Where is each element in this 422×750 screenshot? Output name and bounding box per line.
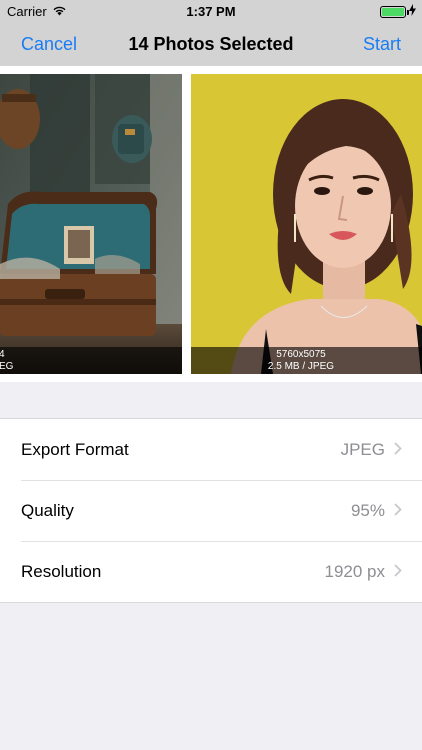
cancel-button[interactable]: Cancel [21, 34, 77, 55]
export-settings-list: Export Format JPEG Quality 95% Resolutio… [0, 418, 422, 603]
status-time: 1:37 PM [186, 4, 236, 19]
chevron-right-icon [394, 562, 402, 582]
photo-thumbnail-portrait[interactable]: 5760x5075 2.5 MB / JPEG [191, 74, 422, 374]
photo-size-format: 2.5 MB / JPEG [267, 361, 335, 372]
photo-info-overlay: 4 EG [0, 347, 182, 374]
settings-row-value: 95% [350, 500, 385, 520]
start-button[interactable]: Start [363, 34, 401, 55]
settings-row-export-format[interactable]: Export Format JPEG [0, 419, 422, 480]
suitcase-photo-image [0, 74, 182, 374]
settings-row-label: Export Format [21, 439, 129, 459]
status-right [380, 4, 416, 19]
settings-row-value: JPEG [340, 439, 385, 459]
photo-thumbnail-suitcase[interactable]: 4 EG [0, 74, 182, 374]
navigation-bar: Cancel 14 Photos Selected Start [0, 22, 422, 66]
photo-size-format: EG [0, 361, 14, 372]
settings-row-resolution[interactable]: Resolution 1920 px [0, 541, 422, 602]
settings-row-label: Quality [21, 500, 74, 520]
charging-bolt-icon [409, 4, 416, 19]
settings-row-quality[interactable]: Quality 95% [0, 480, 422, 541]
settings-row-value: 1920 px [324, 561, 386, 581]
photo-info-overlay: 5760x5075 2.5 MB / JPEG [191, 347, 422, 374]
photo-info-text: 4 EG [0, 349, 13, 373]
photo-dimensions: 4 [0, 349, 5, 360]
settings-row-label: Resolution [21, 561, 102, 581]
chevron-right-icon [394, 440, 402, 460]
status-bar: Carrier 1:37 PM [0, 0, 422, 22]
photo-strip[interactable]: 4 EG 5760x5075 2.5 MB / JPEG [0, 66, 422, 382]
battery-level [382, 7, 404, 16]
battery-icon [380, 5, 409, 18]
chevron-right-icon [394, 501, 402, 521]
photo-dimensions: 5760x5075 [276, 349, 326, 360]
portrait-photo-image [191, 74, 422, 374]
